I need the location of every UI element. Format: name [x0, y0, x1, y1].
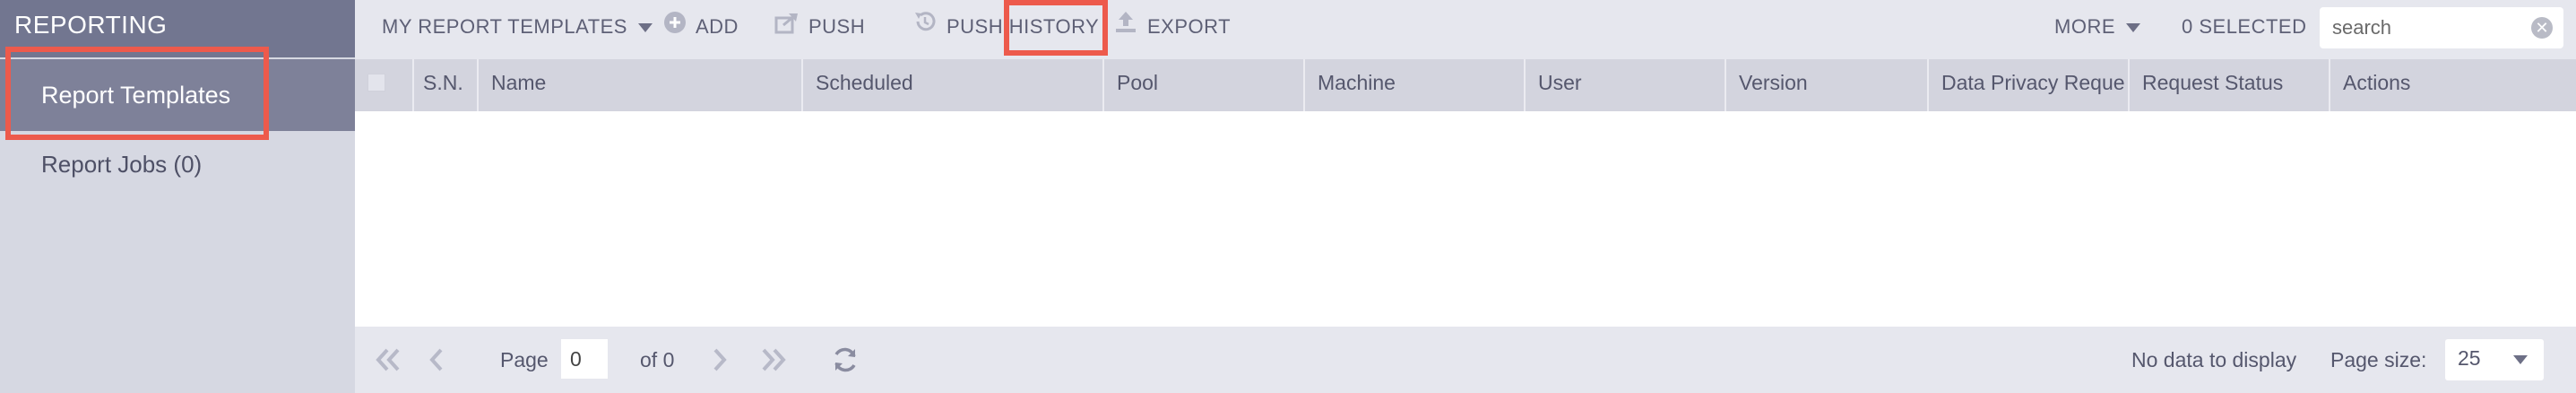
- select-all-checkbox[interactable]: [367, 74, 385, 92]
- caret-down-icon: [2513, 355, 2528, 364]
- column-header-version[interactable]: Version: [1726, 59, 1929, 111]
- templates-dropdown-label: MY REPORT TEMPLATES: [382, 15, 627, 38]
- previous-page-icon[interactable]: [425, 345, 446, 375]
- page-label: Page: [500, 348, 549, 371]
- first-page-icon[interactable]: [371, 345, 403, 375]
- add-label: ADD: [696, 15, 739, 38]
- next-page-icon[interactable]: [710, 345, 731, 375]
- column-header-data-privacy-request[interactable]: Data Privacy Reque: [1929, 59, 2130, 111]
- add-button[interactable]: ADD: [663, 0, 739, 54]
- sidebar-item-report-jobs[interactable]: Report Jobs (0): [0, 135, 355, 194]
- column-header-name[interactable]: Name: [479, 59, 803, 111]
- column-header-pool[interactable]: Pool: [1104, 59, 1305, 111]
- no-data-message: No data to display: [2131, 348, 2297, 371]
- highlight-box-report-templates: [5, 47, 269, 140]
- grid-body: [355, 111, 2576, 327]
- caret-down-icon: [2126, 23, 2140, 33]
- last-page-icon[interactable]: [758, 345, 791, 375]
- highlight-box-add: [1004, 0, 1108, 56]
- more-label: MORE: [2054, 15, 2115, 38]
- page-size-value: 25: [2458, 346, 2481, 370]
- export-label: EXPORT: [1147, 15, 1232, 38]
- push-button[interactable]: PUSH: [774, 0, 865, 54]
- page-size-label: Page size:: [2330, 348, 2427, 371]
- column-header-request-status[interactable]: Request Status: [2130, 59, 2330, 111]
- page-of-label: of 0: [640, 348, 675, 371]
- upload-icon: [1113, 1, 1138, 55]
- selected-count: 0 SELECTED: [2182, 15, 2307, 38]
- clear-search-icon[interactable]: ✕: [2531, 17, 2553, 39]
- export-button[interactable]: EXPORT: [1113, 0, 1231, 54]
- page-number-input[interactable]: [561, 339, 608, 379]
- page-size-select[interactable]: 25: [2445, 339, 2544, 380]
- sidebar: REPORTING Report Templates Report Jobs (…: [0, 0, 355, 393]
- pagination-bar: Page of 0 No data to display Page size: …: [355, 327, 2576, 393]
- push-label: PUSH: [808, 15, 866, 38]
- refresh-icon[interactable]: [830, 345, 860, 375]
- column-header-scheduled[interactable]: Scheduled: [803, 59, 1104, 111]
- more-dropdown[interactable]: MORE: [2054, 0, 2140, 54]
- my-report-templates-dropdown[interactable]: MY REPORT TEMPLATES: [382, 0, 653, 54]
- history-icon: [912, 1, 938, 55]
- app-root: REPORTING Report Templates Report Jobs (…: [0, 0, 2576, 393]
- caret-down-icon: [637, 23, 653, 33]
- sidebar-item-label: Report Jobs (0): [41, 151, 203, 178]
- column-header-sn[interactable]: S.N.: [414, 59, 479, 111]
- column-header-actions[interactable]: Actions: [2330, 59, 2576, 111]
- search-input[interactable]: [2320, 7, 2526, 48]
- share-icon: [774, 1, 800, 55]
- toolbar: MY REPORT TEMPLATES ADD PUSH PUSH HISTOR…: [355, 0, 2576, 59]
- search-box: ✕: [2320, 7, 2563, 48]
- column-header-machine[interactable]: Machine: [1305, 59, 1526, 111]
- column-header-user[interactable]: User: [1526, 59, 1726, 111]
- grid-header: S.N. Name Scheduled Pool Machine User Ve…: [355, 59, 2576, 111]
- select-all-column: [355, 59, 414, 111]
- plus-circle-icon: [663, 1, 687, 55]
